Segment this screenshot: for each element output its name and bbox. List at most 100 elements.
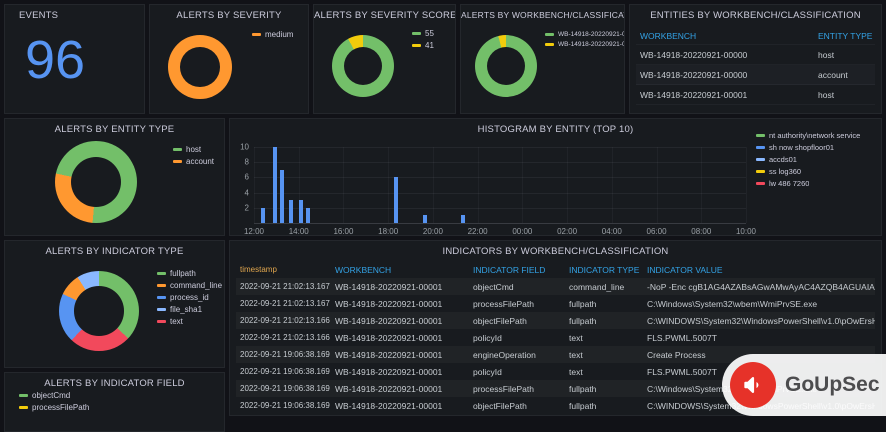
legend-swatch [252, 33, 261, 36]
cell-indicator-field: engineOperation [473, 349, 536, 360]
histogram-bar [261, 207, 266, 223]
panel-title-indicators[interactable]: INDICATORS BY WORKBENCH/CLASSIFICATION [230, 246, 881, 257]
legend-item-entity-4[interactable]: ss log360 [756, 167, 860, 176]
cell-indicator-field: objectFilePath [473, 400, 527, 411]
legend-label: command_line [170, 281, 223, 290]
panel-alerts-by-severity: ALERTS BY SEVERITY medium [149, 4, 309, 114]
indicator-field-legend: objectCmd processFilePath [19, 391, 89, 412]
cell-timestamp: 2022-09-21 21:02:13.166 [240, 316, 330, 325]
legend-swatch [756, 134, 765, 137]
cell-indicator-type: fullpath [569, 315, 597, 326]
x-axis-tick-label: 20:00 [422, 227, 443, 236]
legend-item-workbench-00001[interactable]: WB-14918-20220921-00001 [545, 41, 624, 48]
legend-item-objectcmd[interactable]: objectCmd [19, 391, 89, 400]
histogram-gridline [656, 147, 658, 223]
cell-workbench: WB-14918-20220921-00001 [335, 366, 443, 377]
legend-item-host[interactable]: host [173, 145, 214, 154]
x-axis-tick-label: 06:00 [646, 227, 667, 236]
histogram-gridline [343, 147, 345, 223]
legend-item-text[interactable]: text [157, 317, 222, 326]
panel-alerts-by-severity-score: ALERTS BY SEVERITY SCORE 55 41 [313, 4, 456, 114]
legend-label: sh now shopfloor01 [769, 143, 835, 152]
x-axis-tick-label: 02:00 [557, 227, 578, 236]
donut-hole [180, 47, 220, 87]
legend-label: host [186, 145, 202, 154]
y-axis-tick-label: 8 [244, 157, 249, 167]
panel-title-indicator-type[interactable]: ALERTS BY INDICATOR TYPE [5, 246, 224, 257]
x-axis-tick-label: 16:00 [333, 227, 354, 236]
cell-timestamp: 2022-09-21 21:02:13.167 [240, 282, 330, 291]
cell-workbench: WB-14918-20220921-00001 [335, 383, 443, 394]
legend-swatch [545, 43, 554, 46]
panel-alerts-by-entity-type: ALERTS BY ENTITY TYPE host account [4, 118, 225, 236]
legend-swatch [756, 146, 765, 149]
legend-item-workbench-00000[interactable]: WB-14918-20220921-00000 [545, 31, 624, 38]
panel-title-alerts-by-severity[interactable]: ALERTS BY SEVERITY [150, 10, 308, 21]
column-header-workbench[interactable]: WORKBENCH [331, 265, 469, 275]
legend-swatch [157, 320, 166, 323]
legend-label: fullpath [170, 269, 196, 278]
table-row: 2022-09-21 21:02:13.166 WB-14918-2022092… [236, 329, 875, 346]
entity-type-legend: host account [173, 145, 214, 166]
column-header-indicator-value[interactable]: INDICATOR VALUE [643, 265, 875, 275]
histogram-bar [298, 200, 303, 223]
cell-workbench: WB-14918-20220921-00000 [640, 69, 748, 80]
cell-timestamp: 2022-09-21 19:06:38.169 [240, 401, 330, 410]
column-header-entity-type[interactable]: ENTITY TYPE [814, 31, 875, 41]
legend-item-process-id[interactable]: process_id [157, 293, 222, 302]
panel-title-alerts-by-workbench[interactable]: ALERTS BY WORKBENCH/CLASSIFICATION [461, 10, 624, 20]
donut-hole [70, 156, 122, 208]
x-axis-tick-label: 08:00 [691, 227, 712, 236]
histogram-legend: nt authority\network service sh now shop… [756, 131, 860, 188]
histogram-bar [423, 215, 428, 223]
panel-title-events[interactable]: EVENTS [19, 10, 58, 21]
legend-label: lw 486 7260 [769, 179, 810, 188]
legend-label: WB-14918-20220921-00001 [558, 41, 624, 48]
panel-title-severity-score[interactable]: ALERTS BY SEVERITY SCORE [314, 10, 455, 21]
legend-item-account[interactable]: account [173, 157, 214, 166]
legend-item-entity-1[interactable]: nt authority\network service [756, 131, 860, 140]
legend-item-processfilepath[interactable]: processFilePath [19, 403, 89, 412]
legend-item-file-sha1[interactable]: file_sha1 [157, 305, 222, 314]
histogram-gridline [432, 147, 434, 223]
histogram-gridline [701, 147, 703, 223]
cell-timestamp: 2022-09-21 21:02:13.166 [240, 333, 330, 342]
donut-hole [74, 286, 124, 336]
legend-item-entity-2[interactable]: sh now shopfloor01 [756, 143, 860, 152]
legend-swatch [157, 284, 166, 287]
column-header-timestamp[interactable]: timestamp [236, 265, 331, 274]
panel-entities-table: ENTITIES BY WORKBENCH/CLASSIFICATION WOR… [629, 4, 882, 114]
histogram-bar [289, 200, 294, 223]
histogram-gridline [254, 207, 746, 209]
legend-item-command-line[interactable]: command_line [157, 281, 222, 290]
panel-title-indicator-field[interactable]: ALERTS BY INDICATOR FIELD [5, 378, 224, 389]
legend-item-entity-3[interactable]: accds01 [756, 155, 860, 164]
x-axis-tick-label: 14:00 [288, 227, 309, 236]
legend-item-fullpath[interactable]: fullpath [157, 269, 222, 278]
panel-title-entity-type[interactable]: ALERTS BY ENTITY TYPE [5, 124, 224, 135]
panel-alerts-by-indicator-type: ALERTS BY INDICATOR TYPE fullpath comman… [4, 240, 225, 368]
legend-label: file_sha1 [170, 305, 203, 314]
legend-swatch [756, 158, 765, 161]
legend-item-medium[interactable]: medium [252, 30, 293, 39]
legend-item-entity-5[interactable]: lw 486 7260 [756, 179, 860, 188]
column-header-workbench[interactable]: WORKBENCH [636, 31, 814, 41]
histogram-bar [279, 169, 284, 223]
cell-indicator-value: FLS.PWML.5007T [647, 332, 717, 343]
goupsec-watermark-text: GoUpSec [785, 373, 880, 396]
legend-swatch [157, 272, 166, 275]
column-header-indicator-type[interactable]: INDICATOR TYPE [565, 265, 643, 275]
histogram-gridline [522, 147, 524, 223]
indicator-type-legend: fullpath command_line process_id file_sh… [157, 269, 222, 326]
legend-item-41[interactable]: 41 [412, 41, 434, 50]
histogram-gridline [254, 147, 746, 148]
donut-hole [343, 46, 383, 86]
panel-title-entities[interactable]: ENTITIES BY WORKBENCH/CLASSIFICATION [630, 10, 881, 21]
goupsec-logo-icon [730, 362, 776, 408]
legend-swatch [19, 406, 28, 409]
x-axis-tick-label: 22:00 [467, 227, 488, 236]
severity-score-donut-chart [332, 35, 394, 97]
histogram-gridline [254, 147, 255, 223]
column-header-indicator-field[interactable]: INDICATOR FIELD [469, 265, 565, 275]
legend-item-55[interactable]: 55 [412, 29, 434, 38]
